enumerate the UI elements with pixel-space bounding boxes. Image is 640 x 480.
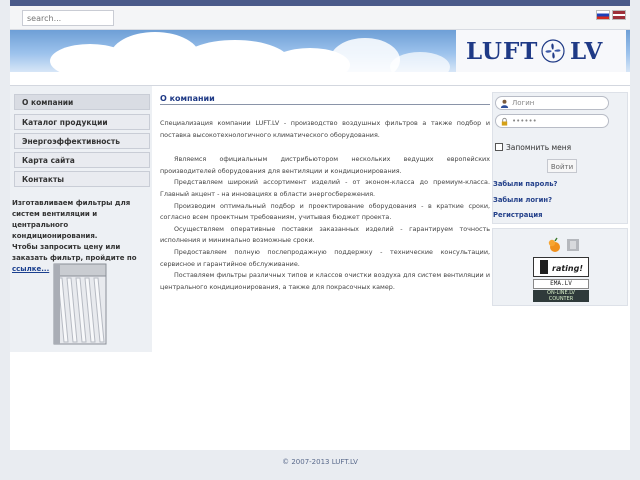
- logo-propeller-icon: [541, 39, 565, 63]
- rating-badge-label: rating!: [552, 264, 583, 273]
- filter-product-image[interactable]: [48, 262, 112, 346]
- logo-text-right: LV: [570, 38, 604, 65]
- site-logo[interactable]: LUFT LV: [456, 30, 626, 72]
- login-form: Логин •••••• Запомнить меня Войти Забыли…: [492, 92, 628, 224]
- username-placeholder: Логин: [512, 99, 535, 107]
- username-field[interactable]: Логин: [495, 96, 609, 110]
- menu-item-sitemap[interactable]: Карта сайта: [14, 152, 150, 168]
- page-title: О компании: [160, 94, 490, 105]
- online-counter-line2: COUNTER: [548, 296, 574, 302]
- content-paragraph: Осуществляем оперативные поставки заказа…: [160, 224, 490, 245]
- checkbox-icon[interactable]: [495, 143, 503, 151]
- promo-text-line1: Изготавливаем фильтры для систем вентиля…: [12, 199, 131, 240]
- grey-badge-icon[interactable]: [567, 239, 579, 251]
- logo-text-left: LUFT: [466, 38, 539, 65]
- forgot-password-link[interactable]: Забыли пароль?: [493, 180, 557, 188]
- right-sidebar: Логин •••••• Запомнить меня Войти Забыли…: [490, 86, 630, 450]
- content-paragraph: Поставляем фильтры различных типов и кла…: [160, 271, 490, 291]
- ema-badge[interactable]: EMA.LV: [533, 279, 589, 289]
- menu-item-about[interactable]: О компании: [14, 94, 150, 110]
- orange-logo-icon[interactable]: [547, 237, 563, 253]
- promo-link[interactable]: ссылке...: [12, 265, 49, 273]
- nav-strip: [10, 72, 630, 86]
- content-paragraph: Специализация компании LUFT.LV - произво…: [160, 119, 490, 139]
- user-icon: [500, 99, 509, 108]
- content-paragraph: Являемся официальным дистрибьютором неск…: [160, 155, 490, 175]
- forgot-login-link[interactable]: Забыли логин?: [493, 196, 552, 204]
- header-banner: LUFT LV: [10, 30, 630, 72]
- register-link[interactable]: Регистрация: [493, 211, 543, 219]
- main-area: О компании Каталог продукции Энергоэффек…: [10, 86, 630, 450]
- badges-panel: rating! EMA.LV ON-LINE.LV COUNTER: [492, 228, 628, 306]
- password-value: ••••••: [512, 117, 537, 125]
- search-input[interactable]: [22, 10, 114, 26]
- remember-me[interactable]: Запомнить меня: [495, 143, 571, 152]
- remember-me-label: Запомнить меня: [506, 143, 572, 152]
- password-field[interactable]: ••••••: [495, 114, 609, 128]
- search-bar: [10, 6, 630, 30]
- content-paragraph: Производим оптимальный подбор и проектир…: [160, 201, 490, 222]
- menu-item-contacts[interactable]: Контакты: [14, 171, 150, 187]
- footer-copyright: © 2007-2013 LUFT.LV: [282, 458, 358, 466]
- online-counter-badge[interactable]: ON-LINE.LV COUNTER: [533, 290, 589, 302]
- content-area: О компании Специализация компании LUFT.L…: [160, 94, 490, 293]
- language-ru-flag-icon[interactable]: [596, 10, 610, 20]
- lock-icon: [501, 117, 508, 126]
- left-sidebar: О компании Каталог продукции Энергоэффек…: [10, 86, 152, 352]
- login-button[interactable]: Войти: [547, 159, 577, 173]
- content-paragraph: Предоставляем полную послепродажную подд…: [160, 247, 490, 268]
- language-lv-flag-icon[interactable]: [612, 10, 626, 20]
- menu-item-energy-efficiency[interactable]: Энергоэффективность: [14, 133, 150, 149]
- rating-badge[interactable]: rating!: [533, 257, 589, 277]
- content-paragraph: Представляем широкий ассортимент изделий…: [160, 178, 490, 198]
- menu-item-catalog[interactable]: Каталог продукции: [14, 114, 150, 130]
- promo-text-line2: Чтобы запросить цену или заказать фильтр…: [12, 243, 137, 262]
